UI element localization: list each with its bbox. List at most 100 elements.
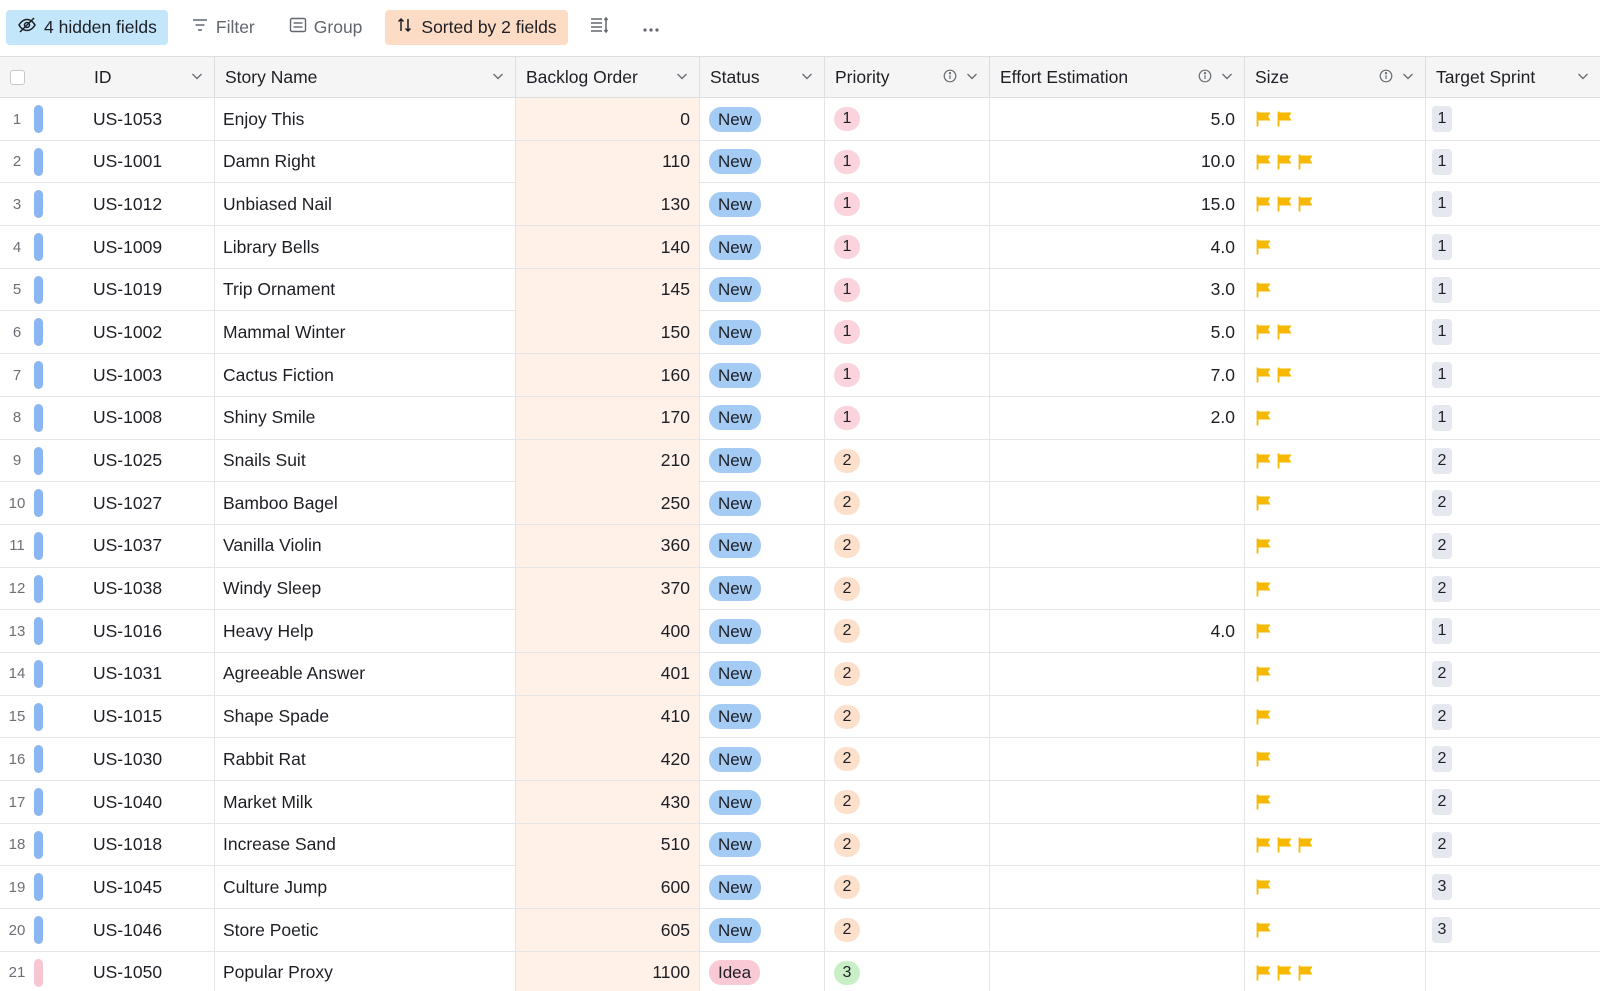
target-sprint-cell[interactable]: 1 bbox=[1426, 311, 1600, 353]
priority-cell[interactable]: 2 bbox=[825, 652, 990, 695]
status-cell[interactable]: New bbox=[700, 567, 825, 610]
id-cell[interactable]: US-1045 bbox=[84, 866, 215, 909]
effort-estimation-cell[interactable] bbox=[990, 482, 1245, 525]
backlog-order-cell[interactable]: 140 bbox=[516, 226, 700, 269]
story-name-cell[interactable]: Cactus Fiction bbox=[215, 354, 516, 397]
table-row[interactable]: 3 US-1012 Unbiased Nail 130 New 1 15.0 1 bbox=[0, 183, 1600, 227]
story-name-cell[interactable]: Culture Jump bbox=[215, 866, 516, 909]
priority-cell[interactable]: 1 bbox=[825, 98, 990, 140]
id-cell[interactable]: US-1031 bbox=[84, 652, 215, 695]
group-button[interactable]: Group bbox=[278, 10, 374, 45]
effort-estimation-cell[interactable] bbox=[990, 781, 1245, 823]
size-rating-cell[interactable] bbox=[1245, 866, 1426, 909]
priority-cell[interactable]: 2 bbox=[825, 909, 990, 952]
status-cell[interactable]: New bbox=[700, 866, 825, 909]
select-all-checkbox[interactable] bbox=[10, 70, 25, 85]
effort-estimation-cell[interactable] bbox=[990, 823, 1245, 866]
status-cell[interactable]: New bbox=[700, 738, 825, 781]
status-cell[interactable]: Idea bbox=[700, 951, 825, 991]
hidden-fields-button[interactable]: 4 hidden fields bbox=[6, 9, 168, 45]
size-rating-cell[interactable] bbox=[1245, 311, 1426, 354]
size-rating-cell[interactable] bbox=[1245, 98, 1426, 140]
effort-estimation-cell[interactable]: 10.0 bbox=[990, 140, 1245, 183]
priority-cell[interactable]: 2 bbox=[825, 866, 990, 909]
effort-estimation-cell[interactable]: 3.0 bbox=[990, 268, 1245, 311]
id-cell[interactable]: US-1050 bbox=[84, 951, 215, 991]
table-row[interactable]: 1 US-1053 Enjoy This 0 New 1 5.0 1 bbox=[0, 98, 1600, 141]
status-cell[interactable]: New bbox=[700, 140, 825, 183]
story-name-cell[interactable]: Shiny Smile bbox=[215, 396, 516, 439]
priority-cell[interactable]: 2 bbox=[825, 695, 990, 738]
id-cell[interactable]: US-1012 bbox=[84, 183, 215, 226]
table-row[interactable]: 20 US-1046 Store Poetic 605 New 2 3 bbox=[0, 909, 1600, 952]
effort-estimation-cell[interactable]: 2.0 bbox=[990, 396, 1245, 439]
target-sprint-cell[interactable]: 2 bbox=[1426, 738, 1600, 780]
id-cell[interactable]: US-1030 bbox=[84, 738, 215, 781]
table-row[interactable]: 7 US-1003 Cactus Fiction 160 New 1 7.0 1 bbox=[0, 354, 1600, 397]
priority-cell[interactable]: 1 bbox=[825, 268, 990, 311]
id-cell[interactable]: US-1025 bbox=[84, 439, 215, 482]
status-cell[interactable]: New bbox=[700, 909, 825, 952]
effort-estimation-cell[interactable]: 7.0 bbox=[990, 354, 1245, 397]
backlog-order-cell[interactable]: 510 bbox=[516, 823, 700, 866]
column-header-size[interactable]: Size bbox=[1245, 57, 1426, 98]
target-sprint-cell[interactable]: 2 bbox=[1426, 440, 1600, 482]
size-rating-cell[interactable] bbox=[1245, 567, 1426, 610]
target-sprint-cell[interactable]: 2 bbox=[1426, 781, 1600, 823]
effort-estimation-cell[interactable] bbox=[990, 439, 1245, 482]
effort-estimation-cell[interactable]: 5.0 bbox=[990, 311, 1245, 354]
target-sprint-cell[interactable]: 1 bbox=[1426, 183, 1600, 225]
status-cell[interactable]: New bbox=[700, 524, 825, 567]
target-sprint-cell[interactable]: 1 bbox=[1426, 141, 1600, 183]
info-icon[interactable] bbox=[1379, 67, 1393, 88]
chevron-down-icon[interactable] bbox=[1220, 67, 1234, 88]
priority-cell[interactable]: 2 bbox=[825, 610, 990, 653]
backlog-order-cell[interactable]: 160 bbox=[516, 354, 700, 397]
backlog-order-cell[interactable]: 150 bbox=[516, 311, 700, 354]
chevron-down-icon[interactable] bbox=[1576, 67, 1590, 88]
backlog-order-cell[interactable]: 400 bbox=[516, 610, 700, 653]
id-cell[interactable]: US-1040 bbox=[84, 781, 215, 823]
table-row[interactable]: 14 US-1031 Agreeable Answer 401 New 2 2 bbox=[0, 652, 1600, 696]
story-name-cell[interactable]: Popular Proxy bbox=[215, 951, 516, 991]
story-name-cell[interactable]: Agreeable Answer bbox=[215, 652, 516, 695]
id-cell[interactable]: US-1002 bbox=[84, 311, 215, 354]
priority-cell[interactable]: 2 bbox=[825, 823, 990, 866]
priority-cell[interactable]: 1 bbox=[825, 183, 990, 226]
status-cell[interactable]: New bbox=[700, 823, 825, 866]
info-icon[interactable] bbox=[943, 67, 957, 88]
priority-cell[interactable]: 1 bbox=[825, 396, 990, 439]
backlog-order-cell[interactable]: 250 bbox=[516, 482, 700, 525]
target-sprint-cell[interactable]: 3 bbox=[1426, 866, 1600, 908]
effort-estimation-cell[interactable] bbox=[990, 524, 1245, 567]
backlog-order-cell[interactable]: 0 bbox=[516, 98, 700, 140]
story-name-cell[interactable]: Heavy Help bbox=[215, 610, 516, 653]
chevron-down-icon[interactable] bbox=[965, 67, 979, 88]
column-header-backlog-order[interactable]: Backlog Order bbox=[516, 57, 700, 98]
chevron-down-icon[interactable] bbox=[190, 67, 204, 88]
table-row[interactable]: 17 US-1040 Market Milk 430 New 2 2 bbox=[0, 781, 1600, 824]
priority-cell[interactable]: 2 bbox=[825, 439, 990, 482]
effort-estimation-cell[interactable] bbox=[990, 738, 1245, 781]
target-sprint-cell[interactable]: 1 bbox=[1426, 269, 1600, 311]
status-cell[interactable]: New bbox=[700, 98, 825, 140]
story-name-cell[interactable]: Damn Right bbox=[215, 140, 516, 183]
table-row[interactable]: 15 US-1015 Shape Spade 410 New 2 2 bbox=[0, 695, 1600, 739]
table-row[interactable]: 11 US-1037 Vanilla Violin 360 New 2 2 bbox=[0, 524, 1600, 568]
column-header-status[interactable]: Status bbox=[700, 57, 825, 98]
backlog-order-cell[interactable]: 420 bbox=[516, 738, 700, 781]
column-header-story-name[interactable]: Story Name bbox=[215, 57, 516, 98]
priority-cell[interactable]: 2 bbox=[825, 738, 990, 781]
effort-estimation-cell[interactable] bbox=[990, 695, 1245, 738]
sort-button[interactable]: Sorted by 2 fields bbox=[385, 9, 568, 45]
backlog-order-cell[interactable]: 360 bbox=[516, 524, 700, 567]
id-cell[interactable]: US-1019 bbox=[84, 268, 215, 311]
size-rating-cell[interactable] bbox=[1245, 909, 1426, 952]
column-header-effort-estimation[interactable]: Effort Estimation bbox=[990, 57, 1245, 98]
size-rating-cell[interactable] bbox=[1245, 439, 1426, 482]
id-cell[interactable]: US-1038 bbox=[84, 567, 215, 610]
effort-estimation-cell[interactable] bbox=[990, 866, 1245, 909]
id-cell[interactable]: US-1015 bbox=[84, 695, 215, 738]
backlog-order-cell[interactable]: 210 bbox=[516, 439, 700, 482]
table-row[interactable]: 5 US-1019 Trip Ornament 145 New 1 3.0 1 bbox=[0, 268, 1600, 312]
